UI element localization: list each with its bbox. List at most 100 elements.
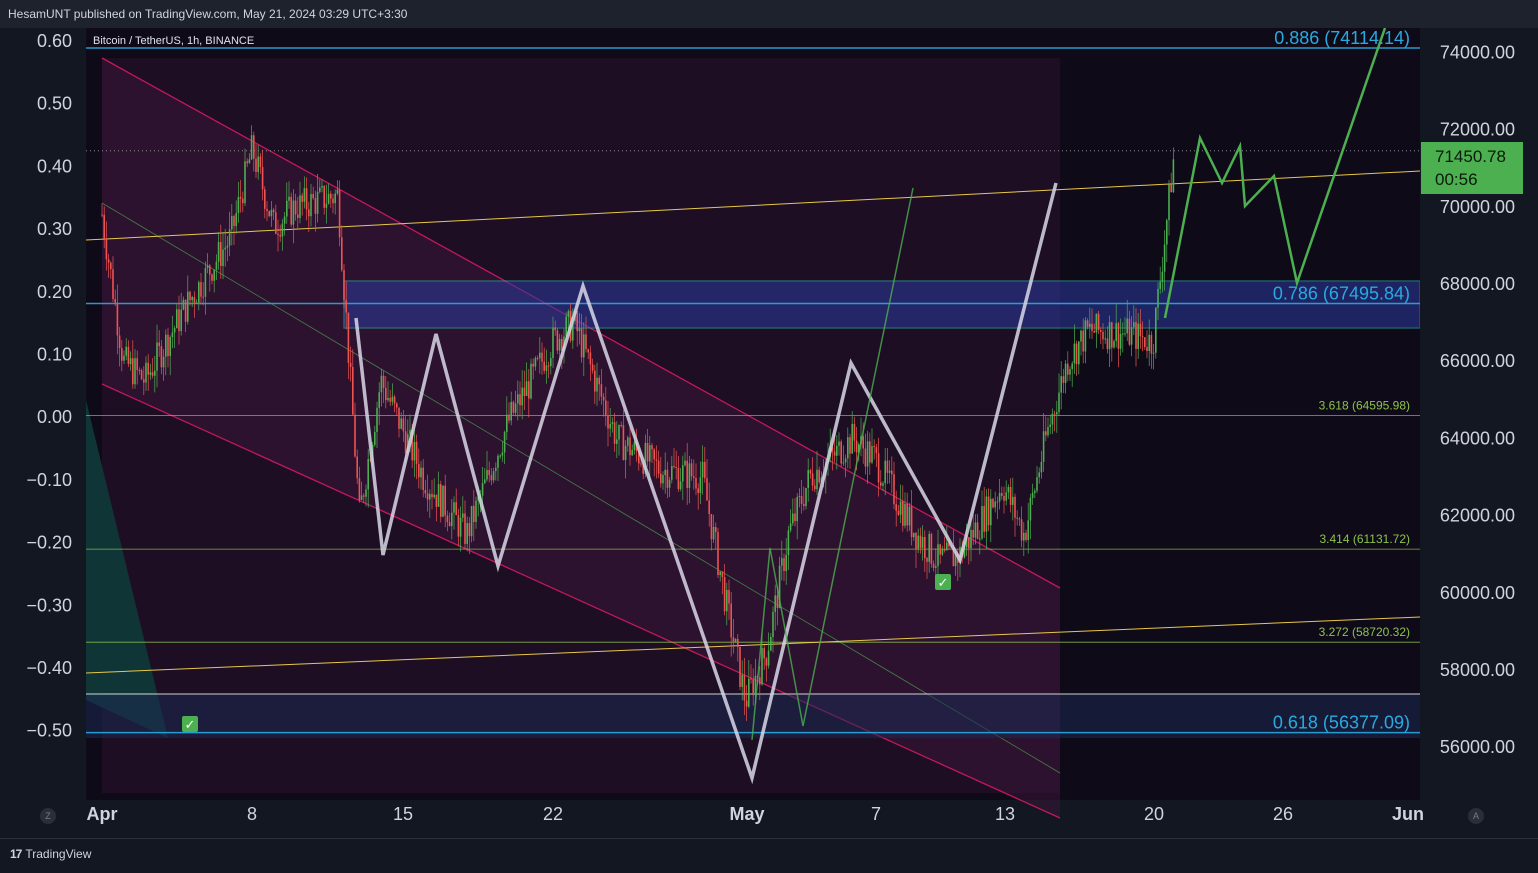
candle-body: [723, 577, 726, 612]
candle-body: [213, 269, 215, 281]
candle-body: [734, 638, 737, 643]
candle-body: [895, 504, 897, 511]
candle-body: [470, 505, 473, 537]
candle-body: [224, 247, 226, 250]
candle-body: [180, 309, 182, 332]
candle-body: [884, 460, 886, 484]
tradingview-brand[interactable]: 17 TradingView: [10, 847, 91, 861]
candle-body: [1014, 496, 1016, 518]
candle-body: [976, 522, 979, 540]
candle-body: [613, 422, 616, 444]
candle-body: [517, 394, 519, 404]
candle-body: [1155, 307, 1157, 353]
candle-body: [171, 332, 174, 338]
candle-body: [926, 558, 928, 562]
candle-body: [149, 372, 152, 375]
candle-body: [1095, 313, 1098, 333]
candle-body: [554, 327, 556, 331]
auto-scale-button[interactable]: A: [1468, 808, 1484, 824]
candle-body: [112, 269, 114, 299]
candle-body: [459, 517, 462, 537]
candle-body: [629, 437, 631, 456]
candle-body: [1012, 496, 1014, 505]
candle-body: [745, 700, 748, 707]
candle-body: [105, 238, 108, 260]
candle-body: [363, 495, 365, 497]
candle-body: [693, 476, 695, 479]
candle-body: [1161, 271, 1164, 282]
candle-body: [127, 346, 130, 365]
candle-body: [380, 375, 383, 393]
candle-body: [343, 269, 345, 300]
candle-body: [708, 500, 710, 515]
candle-body: [136, 358, 138, 370]
candle-body: [970, 529, 972, 549]
candle-body: [1137, 323, 1139, 349]
candle-body: [345, 299, 347, 313]
candle-body: [499, 455, 501, 457]
candle-body: [475, 500, 477, 523]
candle-body: [501, 452, 504, 456]
candle-body: [448, 522, 451, 527]
candle-body: [627, 437, 629, 446]
candle-body: [151, 372, 154, 376]
symbol-label[interactable]: Bitcoin / TetherUS, 1h, BINANCE: [93, 35, 254, 47]
publisher-bar: HesamUNT published on TradingView.com, M…: [0, 0, 1538, 28]
candle-body: [338, 189, 341, 238]
candle-body: [552, 327, 554, 359]
price-chart[interactable]: 0.886 (74114.14) 0.786 (67495.84) 3.618 (6…: [0, 28, 1538, 838]
candle-body: [297, 214, 299, 218]
candle-body: [217, 242, 220, 262]
candle-body: [899, 501, 902, 515]
candle-body: [624, 445, 627, 460]
candle-body: [664, 469, 666, 476]
candle-body: [426, 493, 429, 500]
candle-body: [721, 571, 724, 578]
left-scale-button[interactable]: Z: [40, 808, 56, 824]
candle-body: [739, 646, 741, 687]
x-axis-tick: 7: [871, 804, 881, 824]
candle-body: [924, 537, 926, 559]
candle-body: [292, 200, 295, 225]
candle-body: [261, 167, 264, 190]
candle-body: [704, 461, 706, 479]
candle-body: [418, 463, 420, 478]
candle-body: [946, 542, 948, 551]
candle-body: [728, 590, 730, 604]
candle-body: [1051, 413, 1054, 425]
candle-body: [985, 496, 988, 532]
candle-body: [246, 161, 248, 164]
candle-body: [1097, 313, 1100, 331]
candle-body: [391, 396, 394, 402]
candle-body: [618, 424, 620, 440]
chart-area[interactable]: 0.886 (74114.14) 0.786 (67495.84) 3.618 (6…: [0, 28, 1538, 838]
candle-body: [798, 496, 801, 498]
candle-body: [415, 441, 418, 464]
candle-body: [712, 527, 715, 540]
candle-body: [1036, 477, 1038, 491]
candle-body: [877, 453, 880, 483]
candle-body: [653, 449, 655, 460]
candle-body: [429, 493, 431, 500]
candle-body: [492, 471, 495, 481]
y-axis-tick-right: 70000.00: [1440, 197, 1515, 217]
candle-body: [486, 469, 488, 480]
candle-body: [495, 467, 497, 472]
left-axis-background: [0, 28, 86, 838]
candle-body: [717, 532, 719, 576]
candle-body: [921, 537, 924, 548]
candle-body: [347, 312, 350, 363]
candle-body: [1100, 330, 1102, 332]
candle-body: [919, 535, 922, 548]
candle-body: [776, 595, 779, 609]
candle-body: [972, 529, 974, 538]
candle-body: [772, 611, 774, 638]
check-mark-glyph: ✓: [938, 576, 949, 591]
candle-body: [981, 506, 983, 539]
candle-body: [440, 484, 442, 517]
fib-label-0: 0.886 (74114.14): [1274, 28, 1410, 48]
candle-body: [275, 212, 277, 234]
candle-body: [1128, 318, 1131, 345]
candle-body: [987, 496, 990, 526]
y-axis-tick-left: 0.50: [37, 94, 72, 114]
